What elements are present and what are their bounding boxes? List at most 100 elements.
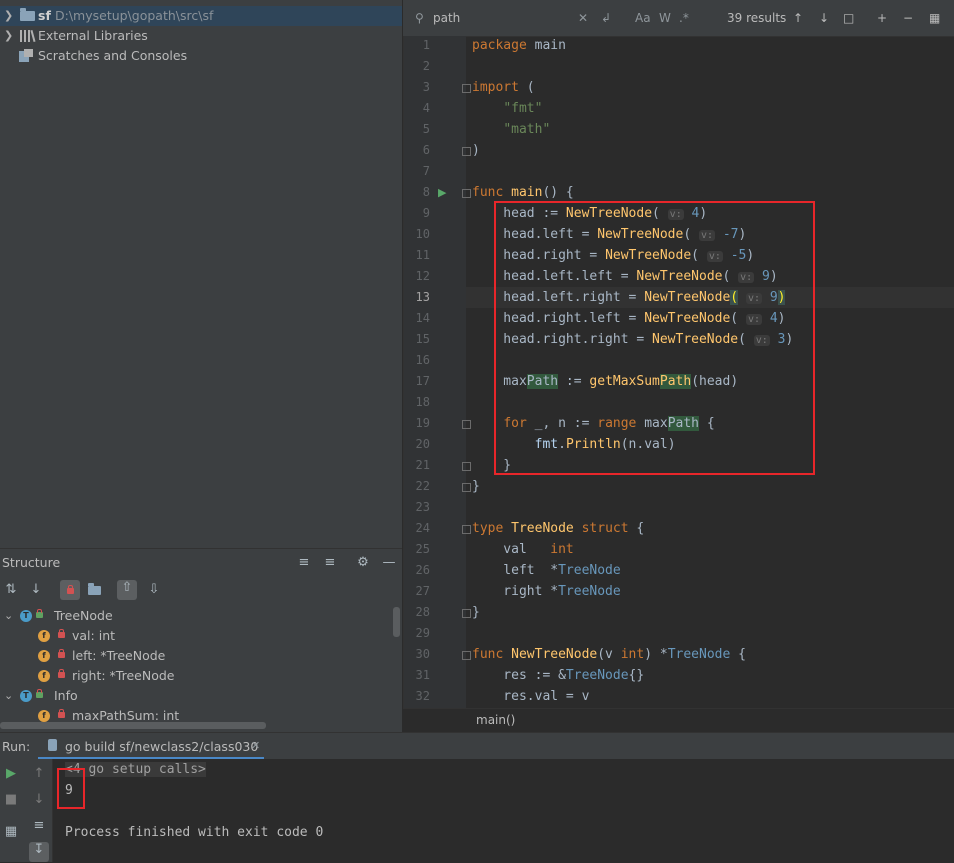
line-number: 23 [415,500,430,514]
autoscroll-from-source-icon[interactable]: ⇩ [146,582,162,598]
chevron-right-icon[interactable]: ❯ [4,26,13,46]
fold-icon[interactable] [462,609,471,618]
select-all-occurrences-icon[interactable]: ▦ [929,10,940,26]
fold-icon[interactable] [462,483,471,492]
run-header: Run: go build sf/newclass2/class030 ✕ [0,733,954,759]
scratches-item[interactable]: Scratches and Consoles [0,46,402,66]
structure-item-label: TreeNode [54,608,113,623]
chevron-down-icon[interactable]: ⌄ [4,606,13,626]
line-number: 9 [422,206,430,220]
clear-icon[interactable]: ✕ [578,10,588,26]
type-icon: T [20,610,32,622]
project-root-path: D:\mysetup\gopath\src\sf [55,8,214,23]
structure-item[interactable]: f left: *TreeNode [0,646,400,666]
stop-icon[interactable]: ■ [3,792,19,808]
structure-item[interactable]: ⌄ T Info [0,686,400,706]
line-number: 28 [415,605,430,619]
search-icon: ⚲ [415,11,424,25]
add-occurrence-icon[interactable]: + [877,10,887,26]
scroll-to-end-icon[interactable]: ↧ [29,842,49,862]
scratches-icon [19,49,33,62]
match-case-toggle[interactable]: Aa [635,10,651,26]
code-line: func main() { [472,185,574,200]
minimize-icon[interactable]: — [381,555,397,571]
scratches-label: Scratches and Consoles [38,48,188,63]
structure-item[interactable]: f right: *TreeNode [0,666,400,686]
structure-title: Structure [2,555,61,570]
project-root-name: sf [38,8,51,23]
horizontal-scrollbar[interactable] [0,722,266,729]
project-root-item[interactable]: ❯ sf D:\mysetup\gopath\src\sf [0,6,402,26]
layout-icon[interactable]: ▦ [3,824,19,840]
run-toolbar-secondary: ↑ ↓ ≡ ↧ [26,759,53,862]
rerun-icon[interactable]: ▶ [3,766,19,782]
structure-item[interactable]: ⌄ T TreeNode [0,606,400,626]
regex-toggle[interactable]: .* [679,10,689,26]
show-fields-icon[interactable] [60,580,80,600]
sort-visibility-icon[interactable]: ⇅ [3,582,19,598]
soft-wrap-icon[interactable]: ≡ [31,818,47,834]
run-toolbar: ▶ ■ ▦ [0,759,26,862]
structure-item-label: Info [54,688,78,703]
fold-icon[interactable] [462,525,471,534]
line-number: 14 [415,311,430,325]
new-line-icon[interactable]: ↲ [601,10,611,26]
filter-icon[interactable]: □ [843,10,854,26]
library-icon [20,29,36,43]
line-number: 24 [415,521,430,535]
field-icon: f [38,650,50,662]
next-occurrence-icon[interactable]: ↓ [819,10,829,26]
fold-icon[interactable] [462,147,471,156]
code-line: } [472,605,480,620]
folder-icon[interactable] [87,582,103,598]
line-number: 3 [422,80,430,94]
sort-alpha-icon[interactable]: ↓ [28,582,44,598]
structure-item-label: val: int [72,628,116,643]
field-icon: f [38,670,50,682]
fold-icon[interactable] [462,420,471,429]
console-setup-calls[interactable]: <4 go setup calls> [65,762,206,777]
lock-icon [58,649,65,658]
code-line: left *TreeNode [472,563,621,578]
external-libraries-item[interactable]: ❯ External Libraries [0,26,402,46]
line-number: 5 [422,122,430,136]
autoscroll-to-source-icon[interactable]: ⇧ [117,580,137,600]
run-label: Run: [2,739,31,754]
fold-icon[interactable] [462,189,471,198]
chevron-right-icon[interactable]: ❯ [4,6,13,26]
previous-occurrence-icon[interactable]: ↑ [793,10,803,26]
search-input[interactable]: path [433,10,460,26]
remove-occurrence-icon[interactable]: − [903,10,913,26]
vertical-scrollbar[interactable] [393,607,400,637]
fold-icon[interactable] [462,651,471,660]
fold-icon[interactable] [462,462,471,471]
chevron-down-icon[interactable]: ⌄ [4,686,13,706]
run-tab[interactable]: go build sf/newclass2/class030 [65,739,258,754]
up-icon[interactable]: ↑ [31,766,47,782]
code-line: right *TreeNode [472,584,621,599]
expand-all-icon[interactable]: ≡ [296,555,312,571]
run-icon[interactable]: ▶ [438,186,446,199]
line-number: 26 [415,563,430,577]
collapse-all-icon[interactable]: ≡ [322,555,338,571]
find-bar: ⚲ path ✕ ↲ Aa W .* 39 results ↑ ↓ □ + − … [403,0,954,37]
breadcrumb-item[interactable]: main() [476,713,515,727]
code-line: ) [472,143,480,158]
code-line: package main [472,38,566,53]
line-number: 13 [415,290,430,304]
words-toggle[interactable]: W [659,10,671,26]
fold-icon[interactable] [462,84,471,93]
structure-item[interactable]: f val: int [0,626,400,646]
folder-icon [20,8,35,21]
gear-icon[interactable]: ⚙ [355,555,371,571]
lock-icon [58,669,65,678]
line-number: 19 [415,416,430,430]
line-number: 18 [415,395,430,409]
line-number: 4 [422,101,430,115]
code-line: res := &TreeNode{} [472,668,645,683]
close-tab-icon[interactable]: ✕ [251,739,260,752]
result-count: 39 results [727,11,787,25]
line-number: 7 [422,164,430,178]
code-line: func NewTreeNode(v int) *TreeNode { [472,647,746,662]
down-icon[interactable]: ↓ [31,792,47,808]
